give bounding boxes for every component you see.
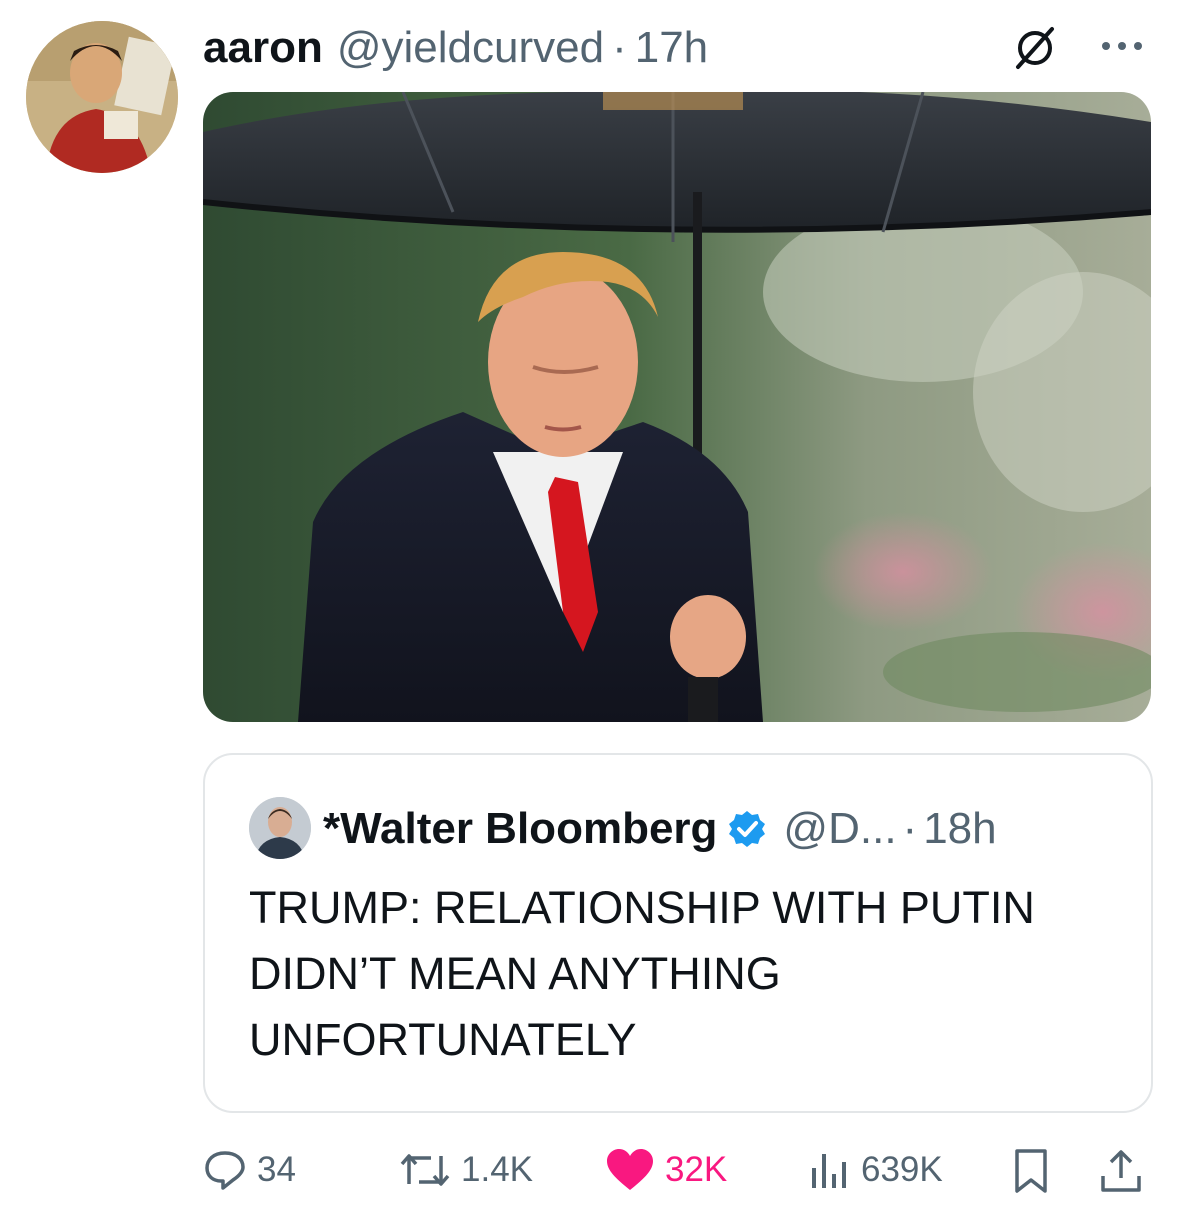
quote-author-avatar[interactable] (249, 797, 311, 859)
repost-button[interactable]: 1.4K (399, 1140, 533, 1200)
tweet-header: aaron @yieldcurved · 17h (203, 18, 708, 78)
repost-count: 1.4K (461, 1150, 533, 1189)
quoted-tweet[interactable]: *Walter Bloomberg @D... · 18h TRUMP: REL… (203, 753, 1153, 1113)
quote-author-handle[interactable]: @D... (783, 804, 896, 854)
separator-dot: · (612, 23, 627, 72)
repost-icon (400, 1154, 450, 1186)
author-avatar[interactable] (26, 21, 178, 173)
verified-badge-icon (729, 811, 766, 847)
views-button[interactable]: 639K (807, 1140, 943, 1200)
bookmark-icon[interactable] (1011, 1148, 1051, 1194)
like-icon (607, 1149, 653, 1190)
tweet-photo[interactable] (203, 92, 1151, 722)
views-count: 639K (861, 1150, 943, 1189)
quote-header: *Walter Bloomberg @D... · 18h (323, 799, 997, 859)
author-handle[interactable]: @yieldcurved (337, 23, 604, 73)
like-button[interactable]: 32K (605, 1140, 727, 1200)
reply-icon (205, 1151, 245, 1190)
separator-dot: · (902, 804, 918, 853)
reply-count: 34 (257, 1150, 296, 1189)
reply-button[interactable]: 34 (203, 1140, 296, 1200)
like-count: 32K (665, 1150, 728, 1189)
quote-author-name[interactable]: *Walter Bloomberg (323, 804, 717, 854)
author-name[interactable]: aaron (203, 23, 323, 73)
share-icon[interactable] (1099, 1148, 1143, 1194)
quote-time[interactable]: 18h (923, 804, 996, 854)
views-icon (812, 1154, 846, 1188)
more-icon[interactable] (1098, 34, 1146, 58)
action-bar: 34 1.4K 32K 639K (203, 1140, 1153, 1200)
quote-text: TRUMP: RELATIONSHIP WITH PUTIN DIDN’T ME… (249, 882, 1035, 1065)
grok-icon[interactable] (1012, 25, 1058, 71)
tweet-time[interactable]: 17h (635, 23, 708, 73)
